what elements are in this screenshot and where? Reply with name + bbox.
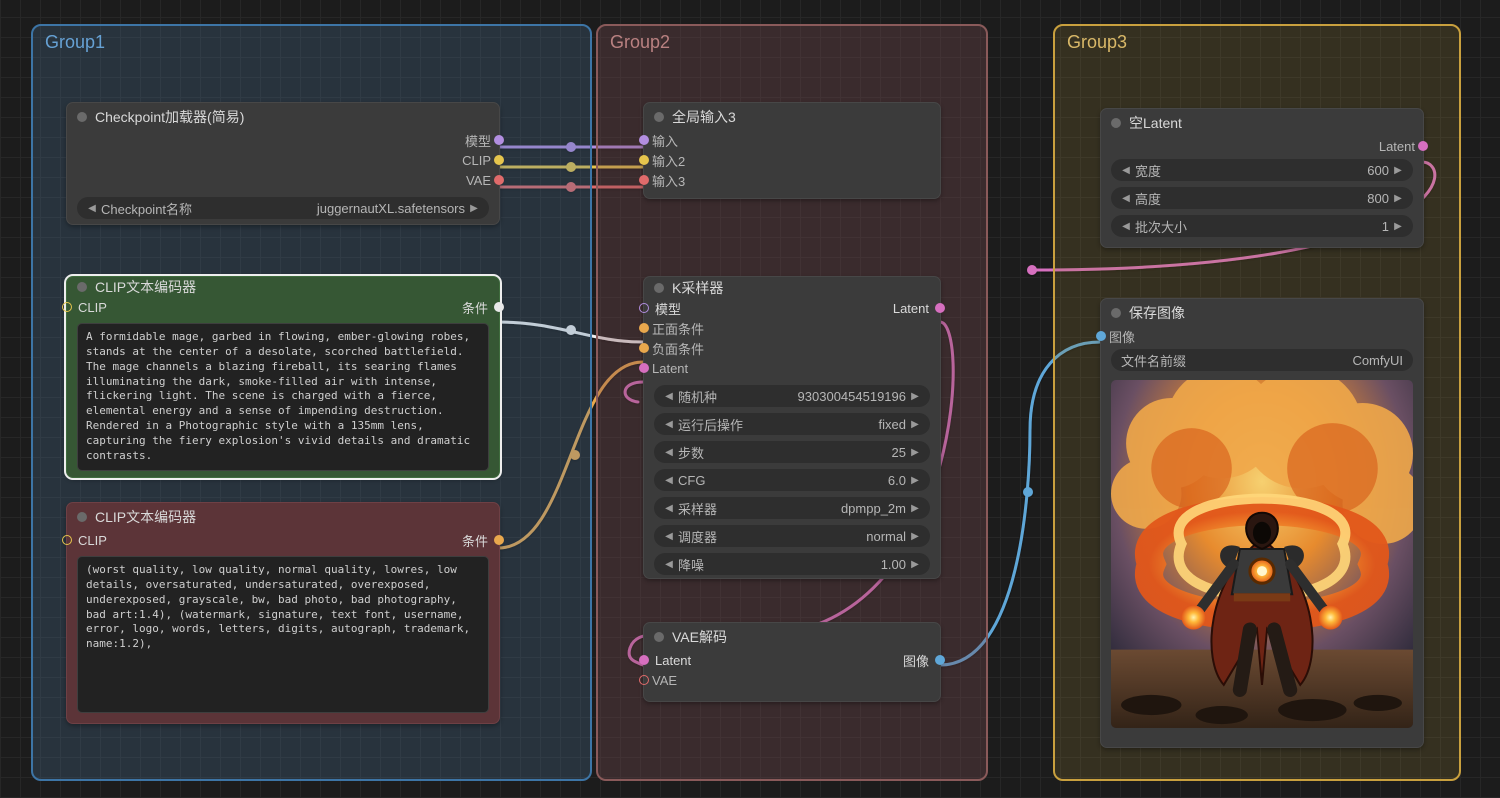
port-neg-in[interactable] [639,343,649,353]
node-ksampler[interactable]: K采样器 模型 Latent 正面条件 负面条件 Latent ◀随机种9303… [643,276,941,579]
port-vae-in[interactable] [639,675,649,685]
port-latent-in[interactable] [639,655,649,665]
port-in1[interactable] [639,135,649,145]
widget-scheduler[interactable]: ◀调度器normal▶ [654,525,930,547]
widget-sampler[interactable]: ◀采样器dpmpp_2m▶ [654,497,930,519]
node-title: 全局输入3 [672,107,736,127]
port-clip-in[interactable] [62,302,72,312]
node-title: K采样器 [672,278,723,298]
arrow-right-icon[interactable]: ▶ [467,203,481,214]
collapse-icon[interactable] [654,112,664,122]
prompt-textarea[interactable]: A formidable mage, garbed in flowing, em… [77,323,489,471]
widget-batch[interactable]: ◀批次大小1▶ [1111,215,1413,237]
port-pos-in[interactable] [639,323,649,333]
widget-width[interactable]: ◀宽度600▶ [1111,159,1413,181]
collapse-icon[interactable] [77,512,87,522]
group-1-title: Group1 [45,32,105,53]
group-3-title: Group3 [1067,32,1127,53]
output-image-preview [1111,380,1413,728]
widget-ckpt-name[interactable]: ◀ Checkpoint名称juggernautXL.safetensors ▶ [77,197,489,219]
node-title: Checkpoint加载器(简易) [95,107,244,127]
port-in2[interactable] [639,155,649,165]
collapse-icon[interactable] [1111,118,1121,128]
collapse-icon[interactable] [77,112,87,122]
collapse-icon[interactable] [77,282,87,292]
prompt-textarea[interactable]: (worst quality, low quality, normal qual… [77,556,489,713]
node-save-image[interactable]: 保存图像 图像 文件名前缀ComfyUI [1100,298,1424,748]
widget-steps[interactable]: ◀步数25▶ [654,441,930,463]
node-clip-encode-negative[interactable]: CLIP文本编码器 CLIP 条件 (worst quality, low qu… [66,502,500,724]
widget-seed[interactable]: ◀随机种930300454519196▶ [654,385,930,407]
port-clip-in[interactable] [62,535,72,545]
port-cond-out[interactable] [494,302,504,312]
port-clip-out[interactable] [494,155,504,165]
node-vae-decode[interactable]: VAE解码 Latent 图像 VAE [643,622,941,702]
port-vae-out[interactable] [494,175,504,185]
port-in3[interactable] [639,175,649,185]
port-latent-out[interactable] [1418,141,1428,151]
port-model-out[interactable] [494,135,504,145]
node-title: CLIP文本编码器 [95,507,196,527]
widget-after[interactable]: ◀运行后操作fixed▶ [654,413,930,435]
collapse-icon[interactable] [1111,308,1121,318]
port-cond-out[interactable] [494,535,504,545]
port-latent-in[interactable] [639,363,649,373]
port-image-out[interactable] [935,655,945,665]
node-empty-latent[interactable]: 空Latent Latent ◀宽度600▶ ◀高度800▶ ◀批次大小1▶ [1100,108,1424,248]
node-title: 保存图像 [1129,303,1185,323]
collapse-icon[interactable] [654,632,664,642]
node-title: CLIP文本编码器 [95,277,196,297]
node-checkpoint-loader[interactable]: Checkpoint加载器(简易) 模型 CLIP VAE ◀ Checkpoi… [66,102,500,225]
widget-height[interactable]: ◀高度800▶ [1111,187,1413,209]
node-clip-encode-positive[interactable]: CLIP文本编码器 CLIP 条件 A formidable mage, gar… [66,276,500,478]
widget-cfg[interactable]: ◀CFG6.0▶ [654,469,930,491]
port-latent-out[interactable] [935,303,945,313]
widget-filename-prefix[interactable]: 文件名前缀ComfyUI [1111,349,1413,371]
port-image-in[interactable] [1096,331,1106,341]
arrow-left-icon[interactable]: ◀ [85,203,99,214]
node-title: VAE解码 [672,627,727,647]
node-global-input3[interactable]: 全局输入3 输入 输入2 输入3 [643,102,941,199]
node-title: 空Latent [1129,113,1182,133]
widget-denoise[interactable]: ◀降噪1.00▶ [654,553,930,575]
group-2-title: Group2 [610,32,670,53]
port-model-in[interactable] [639,303,649,313]
collapse-icon[interactable] [654,283,664,293]
